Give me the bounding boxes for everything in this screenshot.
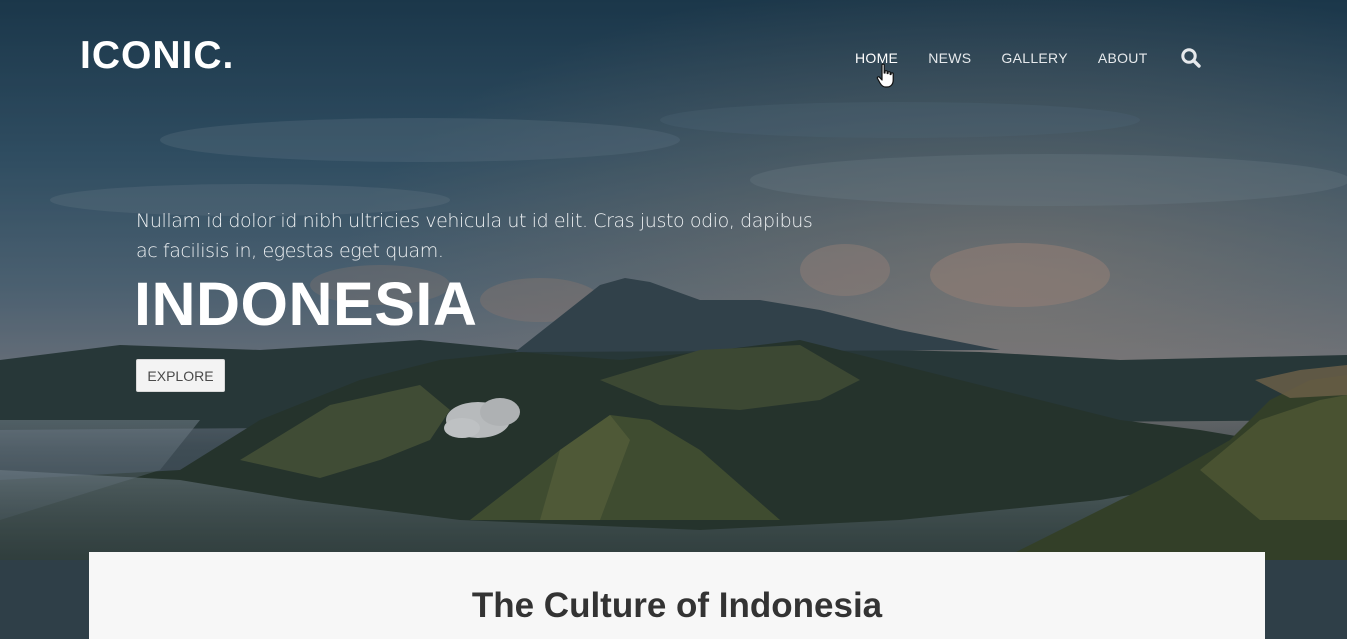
- hand-pointer-cursor-icon: [876, 63, 896, 89]
- explore-button[interactable]: EXPLORE: [136, 359, 225, 392]
- page: ICONIC. HOME NEWS GALLERY ABOUT Nullam i…: [0, 0, 1347, 639]
- logo[interactable]: ICONIC.: [80, 36, 234, 75]
- main-nav: HOME NEWS GALLERY ABOUT: [855, 47, 1202, 69]
- hero-subtitle: Nullam id dolor id nibh ultricies vehicu…: [136, 210, 813, 262]
- search-icon[interactable]: [1180, 47, 1202, 69]
- nav-news[interactable]: NEWS: [928, 49, 971, 67]
- nav-gallery[interactable]: GALLERY: [1001, 49, 1067, 67]
- section-heading: The Culture of Indonesia: [471, 586, 883, 625]
- nav-about[interactable]: ABOUT: [1098, 49, 1148, 67]
- hero-title: INDONESIA: [134, 270, 478, 338]
- content-card: The Culture of Indonesia: [89, 552, 1265, 639]
